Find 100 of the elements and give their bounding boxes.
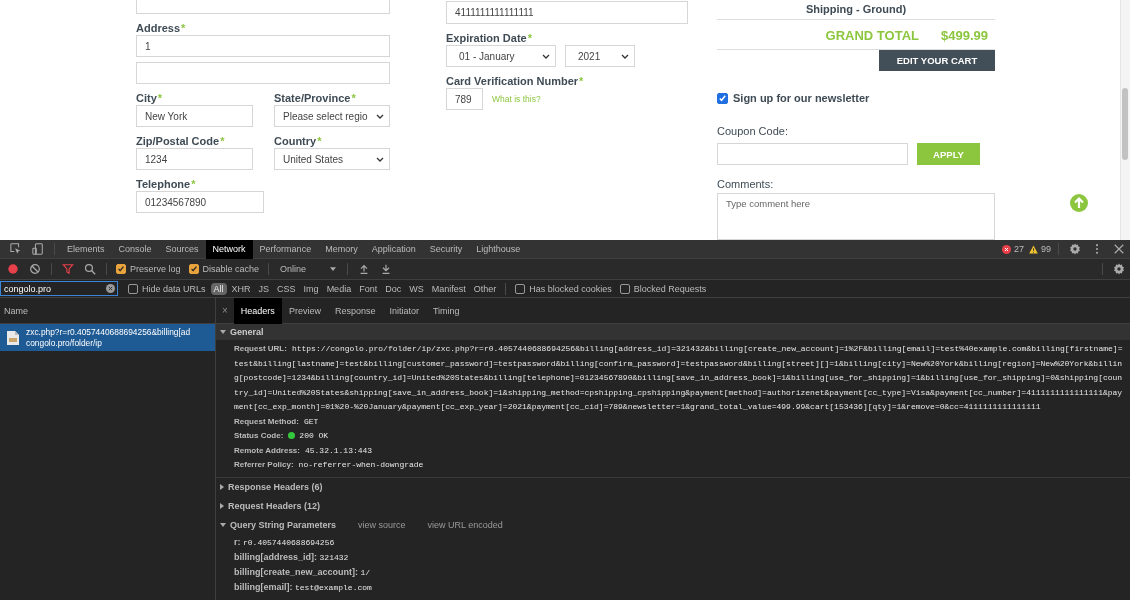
inspect-icon[interactable] xyxy=(10,243,22,255)
type-filter[interactable]: WS xyxy=(406,282,427,295)
field-label: City* xyxy=(136,91,164,105)
type-filter[interactable]: XHR xyxy=(228,282,254,295)
input-field[interactable] xyxy=(136,62,390,84)
devtools-tab[interactable]: Memory xyxy=(318,239,365,259)
caret-icon xyxy=(376,156,384,162)
type-filter[interactable]: Doc xyxy=(382,282,405,295)
file-icon xyxy=(6,329,20,346)
input-field[interactable]: 1 xyxy=(136,35,390,57)
month-dropdown[interactable]: 01 - January xyxy=(446,45,556,67)
type-filter[interactable]: Media xyxy=(323,282,355,295)
record-icon[interactable] xyxy=(7,263,19,275)
field-label: Card Verification Number* xyxy=(446,74,585,88)
request-name: zxc.php?r=r0.4057440688694256&billing[ad xyxy=(26,326,191,338)
grand-total-value: $499.99 xyxy=(941,28,988,44)
field-label: Zip/Postal Code* xyxy=(136,134,226,148)
clear-icon[interactable] xyxy=(29,263,41,275)
filter-field[interactable]: congolo.pro xyxy=(0,281,118,296)
section-header[interactable]: General xyxy=(216,324,1130,340)
year-dropdown[interactable]: 2021 xyxy=(565,45,635,67)
devtools-tab[interactable]: Performance xyxy=(252,239,319,259)
section-header[interactable]: Request Headers (12) xyxy=(220,501,321,511)
device-icon[interactable] xyxy=(32,243,44,255)
throttling-dropdown[interactable]: Online xyxy=(274,264,343,274)
clear-icon[interactable] xyxy=(106,284,115,293)
input-field[interactable]: 789 xyxy=(446,88,483,110)
detail-tab[interactable]: Response xyxy=(327,297,383,324)
detail-tab[interactable]: Preview xyxy=(281,297,328,324)
field-label: State/Province* xyxy=(274,91,357,105)
filter-icon[interactable] xyxy=(62,263,74,275)
comments-label: Comments: xyxy=(717,178,775,191)
warning-count: 99 xyxy=(1041,244,1051,254)
header-row-text: Remote Address: 45.32.1.13:443 xyxy=(234,444,374,457)
close-icon[interactable]: × xyxy=(222,305,228,316)
checkbox-label: Has blocked cookies xyxy=(529,283,612,294)
scrollbar-thumb[interactable] xyxy=(1122,88,1128,160)
field-label: Country* xyxy=(274,134,323,148)
checkbox-label: Preserve log xyxy=(130,264,181,274)
parameter-row-text: billing[create_new_account]: 1/ xyxy=(233,565,372,579)
checkbox-label: Blocked Requests xyxy=(633,283,707,294)
shipping-text: Shipping - Ground) xyxy=(717,0,995,21)
input-field[interactable]: 01234567890 xyxy=(136,191,264,213)
type-filter[interactable]: Img xyxy=(300,282,322,295)
request-row[interactable]: zxc.php?r=r0.4057440688694256&billing[ad congolo.pro/folder/ip xyxy=(0,324,215,351)
settings-icon[interactable] xyxy=(1113,263,1125,275)
country-dropdown[interactable]: United States xyxy=(274,148,390,170)
error-icon xyxy=(1001,244,1011,254)
blocked-requests-checkbox[interactable] xyxy=(619,283,630,294)
devtools-tab[interactable]: Lighthouse xyxy=(469,239,528,259)
header-row-text: Status Code: 200 OK xyxy=(234,430,330,442)
input-field[interactable]: New York xyxy=(136,105,253,127)
type-filter[interactable]: Manifest xyxy=(428,282,469,295)
settings-icon[interactable] xyxy=(1069,243,1081,255)
detail-tab[interactable]: Headers xyxy=(233,297,282,324)
newsletter-label: Sign up for our newsletter xyxy=(733,92,870,105)
view-link[interactable]: view source xyxy=(358,520,406,530)
blocked-cookies-checkbox[interactable] xyxy=(515,283,526,294)
input-field[interactable]: 4111111111111111 xyxy=(446,1,688,24)
detail-tab[interactable]: Initiator xyxy=(382,297,426,324)
type-filter[interactable]: CSS xyxy=(274,282,299,295)
parameter-row-text: r: r0.4057440688694256 xyxy=(233,535,336,549)
field-label: Address* xyxy=(136,21,187,35)
devtools-tab[interactable]: Security xyxy=(422,239,470,259)
caret-icon xyxy=(621,53,629,59)
type-filter[interactable]: Font xyxy=(356,282,381,295)
section-header[interactable]: Response Headers (6) xyxy=(220,482,323,492)
search-icon[interactable] xyxy=(84,263,96,275)
preserve-log-checkbox[interactable] xyxy=(116,264,126,274)
hide-data-urls-checkbox[interactable] xyxy=(128,283,138,294)
devtools-tab[interactable]: Application xyxy=(364,239,423,259)
field-label: Telephone* xyxy=(136,177,197,191)
header-row-text: Request URL: https://congolo.pro/folder/ip/zxc.php?r=r0.4057440688694256&billing[address_id]=321432&billing[create_new_account]=1%2F&billing[email]=test%40example.com&billing[firstname]=test&billing[lastname]=test&billing[customer_password]=testpassword&billing[confirm_password]=testpassword&billing[street][]=1&billing[city]=New%20York&billing[region]=New%20York&billing[postcode]=1234&billing[country_id]=United%20States&billing[telephone]=01234567890&billing[save_in_address_book]=1&billing[use_for_shipping]=1&billing[use_for_shipping]=0&shipping[country_id]=United%20States&shipping[save_in_address_book]=1&shipping_method=cpshipping_cpshipping&payment[method]=authorizenet&payment[cc_type]=Visa&payment[cc_number]=4111111111111111&payment[cc_exp_month]=01%20-%20January&payment[cc_exp_year]=2021&payment[cc_cid]=789&newsletter=1&grand_total_value=499.99&cart[153436][qty]=1&remove=0&cc=4111111111111111 xyxy=(234,343,1124,413)
disable-cache-checkbox[interactable] xyxy=(188,264,199,274)
view-link[interactable]: view URL encoded xyxy=(427,520,503,530)
coupon-label: Coupon Code: xyxy=(717,125,789,138)
type-filter[interactable]: Other xyxy=(470,282,500,295)
checkbox-label: Disable cache xyxy=(202,264,260,274)
devtools-tab[interactable]: Console xyxy=(111,239,159,259)
warning-icon xyxy=(1029,244,1038,254)
grand-total-label: GRAND TOTAL xyxy=(825,28,919,44)
type-filter[interactable]: All xyxy=(210,282,227,295)
detail-tab[interactable]: Timing xyxy=(425,297,467,324)
parameter-row-text: billing[address_id]: 321432 xyxy=(233,550,350,564)
caret-icon xyxy=(376,113,384,119)
newsletter-checkbox[interactable] xyxy=(717,92,728,104)
parameter-row-text: billing[email]: test@example.com xyxy=(233,580,373,594)
comments-field[interactable]: Type comment here xyxy=(717,193,995,240)
field-label: Expiration Date* xyxy=(446,31,533,45)
error-count: 27 xyxy=(1013,244,1024,254)
region-dropdown[interactable]: Please select regio xyxy=(274,105,390,127)
input-field[interactable]: 1234 xyxy=(136,148,253,170)
type-filter[interactable]: JS xyxy=(255,282,273,295)
devtools-tab[interactable]: Elements xyxy=(60,239,112,259)
close-icon[interactable] xyxy=(1113,243,1125,255)
section-header[interactable]: Query String Parameters xyxy=(220,520,337,530)
request-path: congolo.pro/folder/ip xyxy=(26,337,103,349)
edit-cart-button[interactable]: EDIT YOUR CART xyxy=(879,50,995,72)
coupon-field[interactable] xyxy=(717,143,908,166)
devtools-tab[interactable]: Sources xyxy=(158,239,206,259)
